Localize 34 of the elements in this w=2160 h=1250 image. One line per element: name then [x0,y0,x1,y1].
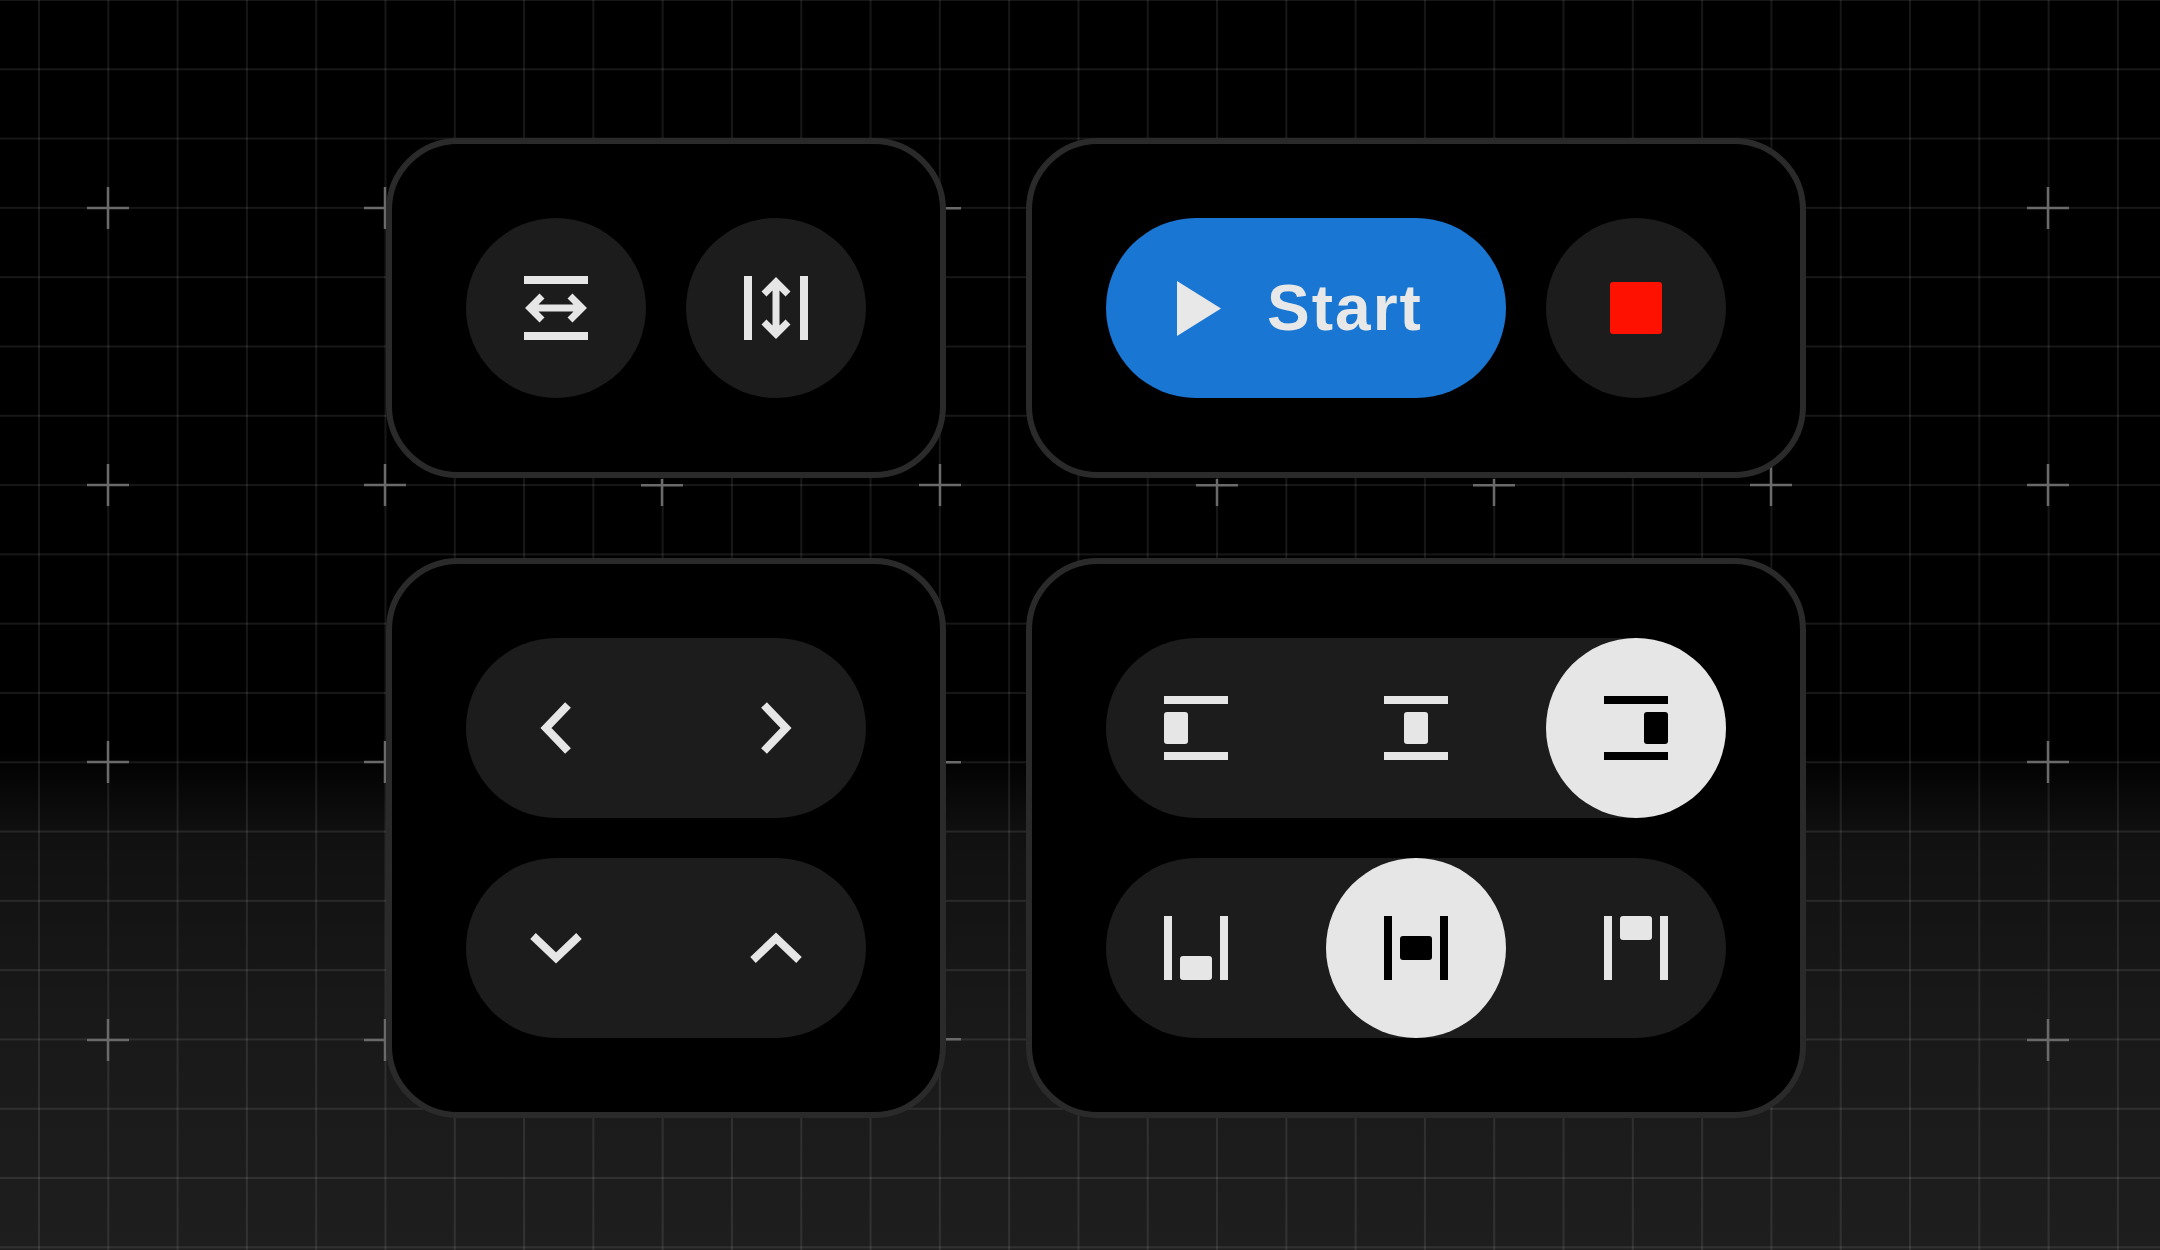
crosshair-icon [87,1018,129,1061]
play-icon [1177,280,1222,336]
crosshair-icon [87,464,129,507]
crosshair-icon [641,479,684,507]
crosshair-icon [87,187,129,229]
crosshair-icon [364,464,407,507]
align-middle-icon [1384,916,1448,980]
align-bottom-icon [1164,916,1228,980]
crosshair-icon [2027,464,2070,507]
crosshair-icon [918,464,961,507]
crosshair-icon [364,1018,388,1061]
vertical-arrow-between-bars-icon [744,276,808,340]
align-left-icon [1164,696,1228,760]
crosshair-icon [2027,187,2070,229]
crosshair-icon [364,187,388,229]
horizontal-arrow-between-bars-icon [524,276,588,340]
crosshair-icon [1473,479,1515,507]
crosshair-icon [946,761,961,765]
crosshair-icon [1195,479,1238,507]
chevron-right-icon [760,702,792,754]
crosshair-icon [87,741,129,784]
chevron-up-icon [750,932,802,964]
chevron-left-icon [540,702,572,754]
start-button[interactable]: Start [1106,218,1506,398]
align-center-icon [1384,696,1448,760]
crosshair-icon [946,206,961,210]
crosshair-icon [946,1038,961,1042]
align-right-icon [1604,696,1668,760]
crosshair-icon [2027,741,2070,784]
crosshair-icon [364,741,388,784]
crosshair-icon [2027,1018,2070,1061]
align-top-icon [1604,916,1668,980]
chevron-down-icon [530,932,582,964]
stop-icon [1610,282,1662,334]
